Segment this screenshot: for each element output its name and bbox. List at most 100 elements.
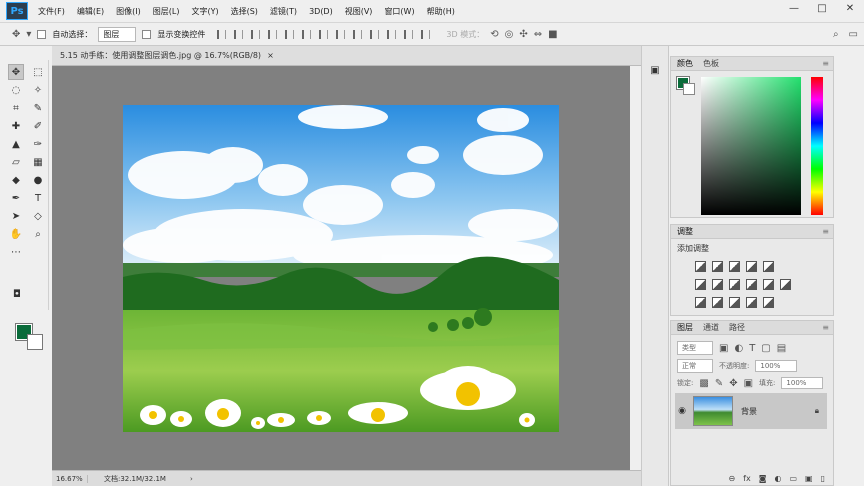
filter-smart-icon[interactable]: ▤: [777, 343, 786, 354]
layer-filter-dropdown[interactable]: 类型: [677, 341, 713, 355]
history-panel-icon[interactable]: ▣: [647, 62, 663, 78]
brush-tool-icon[interactable]: ✐: [30, 118, 46, 134]
distribute-left-icon[interactable]: [370, 29, 380, 39]
blend-mode-dropdown[interactable]: 正常: [677, 359, 713, 373]
type-tool-icon[interactable]: T: [30, 190, 46, 206]
layer-style-icon[interactable]: fx: [743, 474, 751, 483]
shape-tool-icon[interactable]: ◇: [30, 208, 46, 224]
menu-help[interactable]: 帮助(H): [421, 6, 461, 17]
close-button[interactable]: ✕: [836, 0, 864, 16]
more-tools-icon[interactable]: ⋯: [8, 244, 24, 260]
lock-all-icon[interactable]: ▣: [744, 378, 753, 389]
new-group-icon[interactable]: ▭: [789, 474, 797, 483]
pen-tool-icon[interactable]: ✒: [8, 190, 24, 206]
filter-pixel-icon[interactable]: ▣: [719, 343, 728, 354]
tab-layers[interactable]: 图层: [677, 322, 693, 333]
menu-3d[interactable]: 3D(D): [303, 7, 339, 16]
blur-tool-icon[interactable]: ◆: [8, 172, 24, 188]
new-layer-icon[interactable]: ▣: [805, 474, 813, 483]
color-balance-icon[interactable]: [712, 279, 723, 290]
menu-type[interactable]: 文字(Y): [185, 6, 224, 17]
move-tool-icon[interactable]: ✥: [12, 29, 20, 40]
add-mask-icon[interactable]: ◙: [759, 474, 767, 483]
menu-filter[interactable]: 滤镜(T): [264, 6, 303, 17]
chevron-down-icon[interactable]: ▾: [26, 29, 31, 40]
crop-tool-icon[interactable]: ⌗: [8, 100, 24, 116]
tab-swatches[interactable]: 色板: [703, 58, 719, 69]
hue-slider[interactable]: [811, 77, 823, 215]
filter-type-icon[interactable]: T: [749, 343, 755, 354]
magic-wand-icon[interactable]: ✧: [30, 82, 46, 98]
menu-file[interactable]: 文件(F): [32, 6, 71, 17]
distribute-bottom-icon[interactable]: [353, 29, 363, 39]
visibility-eye-icon[interactable]: ◉: [675, 406, 689, 416]
marquee-tool-icon[interactable]: ⬚: [30, 64, 46, 80]
align-bottom-icon[interactable]: [251, 29, 261, 39]
distribute-middle-icon[interactable]: [336, 29, 346, 39]
delete-layer-icon[interactable]: ▯: [821, 474, 825, 483]
vibrance-icon[interactable]: [763, 261, 774, 272]
search-icon[interactable]: ⌕: [833, 29, 839, 40]
lock-transparent-icon[interactable]: ▩: [699, 378, 708, 389]
align-middle-icon[interactable]: [234, 29, 244, 39]
menu-image[interactable]: 图像(I): [110, 6, 147, 17]
color-lookup-icon[interactable]: [780, 279, 791, 290]
history-brush-icon[interactable]: ✑: [30, 136, 46, 152]
3d-roll-icon[interactable]: ◎: [505, 29, 514, 40]
gradient-tool-icon[interactable]: ▦: [30, 154, 46, 170]
levels-icon[interactable]: [712, 261, 723, 272]
hand-tool-icon[interactable]: ✋: [8, 226, 24, 242]
3d-rotate-icon[interactable]: ⟲: [490, 29, 498, 40]
channel-mixer-icon[interactable]: [763, 279, 774, 290]
menu-window[interactable]: 窗口(W): [378, 6, 420, 17]
tab-adjustments[interactable]: 调整: [677, 226, 693, 237]
threshold-icon[interactable]: [729, 297, 740, 308]
3d-camera-icon[interactable]: ■: [548, 29, 557, 40]
auto-align-icon[interactable]: [421, 29, 431, 39]
clone-stamp-icon[interactable]: ▲: [8, 136, 24, 152]
zoom-tool-icon[interactable]: ⌕: [30, 226, 46, 242]
eraser-icon[interactable]: ▱: [8, 154, 24, 170]
panel-menu-icon[interactable]: ≡: [822, 227, 829, 236]
document-tab[interactable]: 5.15 动手练：使用调整图层调色.jpg @ 16.7%(RGB/8) ×: [52, 46, 650, 66]
status-menu-arrow[interactable]: ›: [190, 475, 193, 483]
align-left-icon[interactable]: [268, 29, 278, 39]
menu-edit[interactable]: 编辑(E): [71, 6, 110, 17]
new-adjustment-icon[interactable]: ◐: [774, 474, 781, 483]
minimize-button[interactable]: —: [780, 0, 808, 16]
dodge-tool-icon[interactable]: ●: [30, 172, 46, 188]
tab-paths[interactable]: 路径: [729, 322, 745, 333]
curves-icon[interactable]: [729, 261, 740, 272]
filter-adjustment-icon[interactable]: ◐: [734, 343, 743, 354]
invert-icon[interactable]: [695, 297, 706, 308]
maximize-button[interactable]: □: [808, 0, 836, 16]
photo-filter-icon[interactable]: [746, 279, 757, 290]
fill-input[interactable]: 100%: [781, 377, 824, 389]
lock-position-icon[interactable]: ✥: [729, 378, 737, 389]
hue-saturation-icon[interactable]: [695, 279, 706, 290]
selective-color-icon[interactable]: [763, 297, 774, 308]
3d-slide-icon[interactable]: ⇔: [534, 29, 542, 40]
panel-menu-icon[interactable]: ≡: [822, 59, 829, 68]
healing-brush-icon[interactable]: ✚: [8, 118, 24, 134]
quick-mask-icon[interactable]: ◘: [9, 286, 25, 302]
distribute-right-icon[interactable]: [404, 29, 414, 39]
color-panel-background[interactable]: [683, 83, 695, 95]
lasso-tool-icon[interactable]: ◌: [8, 82, 24, 98]
distribute-top-icon[interactable]: [319, 29, 329, 39]
auto-select-checkbox[interactable]: [37, 29, 47, 39]
menu-view[interactable]: 视图(V): [339, 6, 379, 17]
eyedropper-icon[interactable]: ✎: [30, 100, 46, 116]
filter-shape-icon[interactable]: ▢: [761, 343, 770, 354]
link-layers-icon[interactable]: ⊖: [728, 474, 735, 483]
menu-select[interactable]: 选择(S): [225, 6, 264, 17]
align-center-icon[interactable]: [285, 29, 295, 39]
lock-image-icon[interactable]: ✎: [715, 378, 723, 389]
zoom-level[interactable]: 16.67%: [52, 474, 88, 483]
gradient-map-icon[interactable]: [746, 297, 757, 308]
3d-drag-icon[interactable]: ✣: [519, 29, 527, 40]
opacity-input[interactable]: 100%: [755, 360, 798, 372]
align-top-icon[interactable]: [217, 29, 227, 39]
move-tool-icon[interactable]: ✥: [8, 64, 24, 80]
path-select-icon[interactable]: ➤: [8, 208, 24, 224]
